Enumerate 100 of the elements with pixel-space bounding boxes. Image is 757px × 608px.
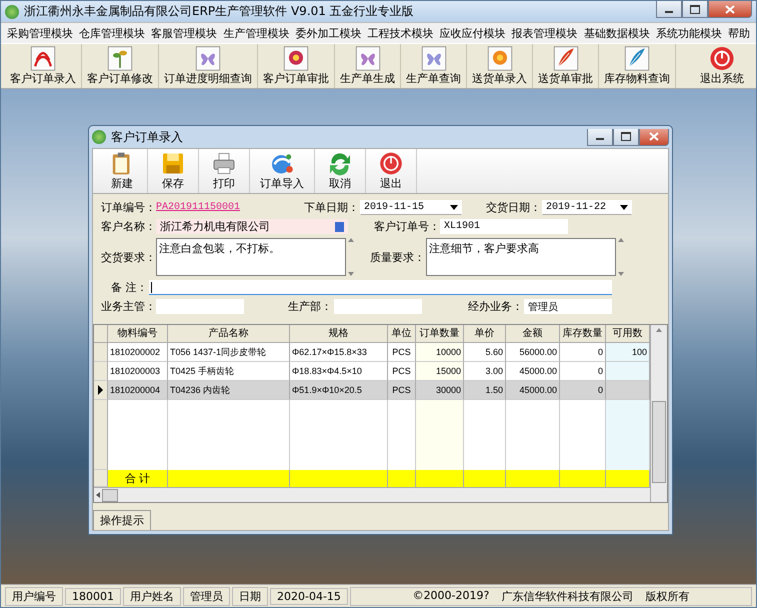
toolbar-button[interactable]: 退出 [366, 149, 417, 193]
table-row[interactable]: 1810200004 T04236 内齿轮 Φ51.9×Φ10×20.5 PCS 30000 1.50 45000.00 0 [94, 381, 650, 400]
menu-item[interactable]: 基础数据模块 [582, 26, 652, 40]
field-label: 订单编号： [101, 200, 156, 215]
column-header[interactable]: 金额 [506, 325, 560, 343]
toolbar-button[interactable]: 订单导入 [250, 149, 315, 193]
toolbar-button[interactable]: 送货单录入 [467, 44, 533, 88]
column-header[interactable]: 单位 [388, 325, 416, 343]
column-header[interactable]: 产品名称 [168, 325, 290, 343]
field-label: 备 注： [111, 280, 148, 295]
toolbar-button[interactable]: 生产单查询 [401, 44, 467, 88]
total-label: 合 计 [108, 470, 168, 487]
hint-tab[interactable]: 操作提示 [93, 510, 151, 530]
toolbar-button[interactable]: 生产单生成 [335, 44, 401, 88]
column-header[interactable]: 规格 [290, 325, 388, 343]
toolbar-button[interactable]: 客户订单修改 [82, 44, 159, 88]
toolbar-button[interactable]: 客户订单录入 [5, 44, 82, 88]
status-value: 管理员 [183, 586, 230, 606]
text-field[interactable] [156, 299, 244, 314]
status-label: 用户姓名 [123, 586, 181, 606]
text-field[interactable]: XL1901 [440, 219, 568, 234]
toolbar-button[interactable]: 退出系统 [676, 44, 757, 88]
toolbar-button[interactable]: 客户订单审批 [258, 44, 335, 88]
column-header[interactable]: 库存数量 [560, 325, 606, 343]
field-label: 下单日期： [304, 200, 360, 215]
menu-item[interactable]: 客服管理模块 [149, 26, 220, 40]
toolbar-button[interactable]: 保存 [148, 149, 199, 193]
total-cell [606, 470, 650, 487]
toolbar-button[interactable]: 送货单审批 [533, 44, 599, 88]
total-cell [388, 470, 416, 487]
table-cell: T04236 内齿轮 [168, 381, 290, 400]
text-field[interactable]: 浙江希力机电有限公司 [156, 219, 348, 234]
close-icon [649, 132, 659, 141]
horizontal-scroll-bar[interactable] [94, 487, 650, 502]
menu-item[interactable]: 系统功能模块 [654, 26, 724, 40]
close-button[interactable] [708, 1, 752, 18]
field-label: 客户订单号： [374, 219, 440, 234]
text-area[interactable]: 注意细节，客户要求高 [426, 238, 616, 276]
menu-item[interactable]: 生产管理模块 [221, 26, 292, 40]
menu-item[interactable]: 应收应付模块 [438, 26, 508, 40]
menu-item[interactable]: 采购管理模块 [5, 26, 75, 40]
status-label: 日期 [232, 586, 268, 606]
menu-item[interactable]: 帮助 [726, 26, 752, 40]
table-cell: 10000 [416, 343, 464, 362]
toolbar-button[interactable]: 新建 [97, 149, 148, 193]
table-cell: Φ51.9×Φ10×20.5 [290, 381, 388, 400]
status-value: 2020-04-15 [270, 588, 348, 604]
copyright-text: 广东信华软件科技有限公司 [501, 588, 634, 604]
field-label: 客户名称： [101, 219, 156, 234]
table-cell: 56000.00 [506, 343, 560, 362]
dialog-title: 客户订单录入 [111, 128, 184, 146]
table-cell: 1810200002 [108, 343, 168, 362]
vertical-scroll-bar[interactable] [650, 325, 667, 502]
order-number-link[interactable]: PA201911150001 [156, 202, 304, 213]
date-dropdown[interactable]: 2019-11-22 [542, 200, 632, 215]
text-field[interactable]: 管理员 [524, 299, 612, 314]
maximize-button[interactable] [682, 1, 708, 18]
field-label: 交货要求： [101, 250, 156, 264]
scroll-bar[interactable] [616, 238, 626, 276]
row-header[interactable] [94, 381, 108, 400]
table-cell: 15000 [416, 362, 464, 381]
minimize-button[interactable] [587, 128, 613, 146]
status-value: 180001 [65, 588, 121, 604]
status-label: 用户编号 [5, 586, 63, 606]
text-field[interactable] [334, 299, 422, 314]
minimize-button[interactable] [656, 1, 682, 18]
close-button[interactable] [639, 128, 669, 146]
menu-item[interactable]: 委外加工模块 [293, 26, 364, 40]
table-cell [606, 362, 650, 381]
close-icon [725, 4, 735, 14]
table-cell: PCS [388, 381, 416, 400]
copyright-text: ©2000-2019? [412, 588, 490, 604]
total-cell [506, 470, 560, 487]
total-cell [560, 470, 606, 487]
date-dropdown[interactable]: 2019-11-15 [360, 200, 462, 215]
column-header[interactable]: 物料编号 [108, 325, 168, 343]
lookup-icon[interactable] [335, 222, 344, 232]
power-icon [709, 46, 735, 71]
table-row[interactable]: 1810200002 T056 1437-1同步皮带轮 Φ62.17×Φ15.8×33 PCS 10000 5.60 56000.00 0 100 [94, 343, 650, 362]
toolbar-button[interactable]: 取消 [315, 149, 366, 193]
column-header[interactable]: 单价 [464, 325, 506, 343]
window-title: 浙江衢州永丰金属制品有限公司ERP生产管理软件 V9.01 五金行业专业版 [24, 3, 415, 20]
text-area[interactable]: 注意白盒包装，不打标。 [156, 238, 346, 276]
field-label: 交货日期： [486, 200, 542, 215]
scroll-bar[interactable] [346, 238, 356, 276]
toolbar-button[interactable]: 打印 [199, 149, 250, 193]
toolbar-button[interactable]: 订单进度明细查询 [159, 44, 258, 88]
column-header[interactable]: 订单数量 [416, 325, 464, 343]
field-label: 质量要求： [370, 250, 426, 264]
toolbar-button[interactable]: 库存物料查询 [599, 44, 676, 88]
menu-item[interactable]: 报表管理模块 [510, 26, 580, 40]
menu-item[interactable]: 仓库管理模块 [77, 26, 148, 40]
table-cell: 5.60 [464, 343, 506, 362]
total-cell [416, 470, 464, 487]
column-header[interactable]: 可用数 [606, 325, 650, 343]
field-label: 业务主管： [101, 299, 156, 314]
maximize-button[interactable] [613, 128, 639, 146]
table-cell: 1.50 [464, 381, 506, 400]
remarks-field[interactable] [149, 280, 612, 295]
menu-item[interactable]: 工程技术模块 [365, 26, 436, 40]
